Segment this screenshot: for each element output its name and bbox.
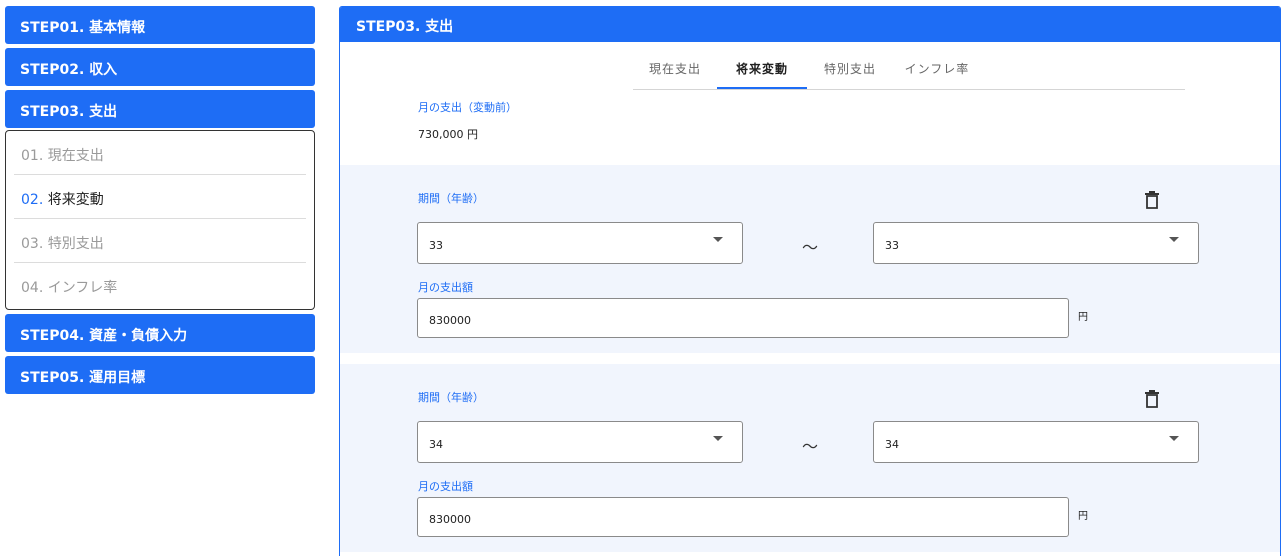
tab-inflation-rate[interactable]: インフレ率 [893, 42, 981, 89]
sidebar-nav: STEP01. 基本情報 STEP02. 収入 STEP03. 支出 01. 現… [5, 6, 315, 398]
step01-button[interactable]: STEP01. 基本情報 [5, 6, 315, 44]
monthly-amount-input[interactable]: 830000 [417, 497, 1069, 537]
chevron-down-icon [1169, 436, 1179, 441]
age-to-value: 34 [885, 438, 899, 451]
step02-button[interactable]: STEP02. 収入 [5, 48, 315, 86]
amount-label: 月の支出額 [418, 281, 473, 294]
period-block: 期間（年齢） 34 ～ 34 月の支出額 830000 円 [340, 364, 1280, 552]
currency-unit: 円 [1078, 312, 1088, 323]
chevron-down-icon [713, 237, 723, 242]
step03-button[interactable]: STEP03. 支出 [5, 90, 315, 128]
substep-number: 01. [21, 148, 44, 164]
substep-number: 04. [21, 280, 44, 296]
tab-future-change[interactable]: 将来変動 [717, 42, 807, 89]
amount-label: 月の支出額 [418, 480, 473, 493]
substep-inflation-rate[interactable]: 04. インフレ率 [14, 263, 306, 307]
base-expense-value: 730,000 円 [418, 128, 478, 141]
age-to-value: 33 [885, 239, 899, 252]
currency-unit: 円 [1078, 511, 1088, 522]
chevron-down-icon [1169, 237, 1179, 242]
period-label: 期間（年齢） [418, 192, 484, 205]
trash-icon[interactable] [1144, 190, 1160, 210]
substep-current-expense[interactable]: 01. 現在支出 [14, 131, 306, 175]
age-from-value: 33 [429, 239, 443, 252]
monthly-amount-input[interactable]: 830000 [417, 298, 1069, 338]
period-label: 期間（年齢） [418, 391, 484, 404]
step05-button[interactable]: STEP05. 運用目標 [5, 356, 315, 394]
substep-number: 02. [21, 192, 44, 208]
age-from-select[interactable]: 34 [417, 421, 743, 463]
age-to-select[interactable]: 34 [873, 421, 1199, 463]
substep-label: 現在支出 [47, 148, 104, 164]
tab-current-expense[interactable]: 現在支出 [633, 42, 717, 89]
substep-label: 特別支出 [47, 236, 104, 252]
range-separator: ～ [802, 437, 819, 456]
age-from-select[interactable]: 33 [417, 222, 743, 264]
expense-tabs: 現在支出 将来変動 特別支出 インフレ率 [633, 42, 1185, 90]
range-separator: ～ [802, 238, 819, 257]
base-expense-label: 月の支出（変動前） [418, 101, 517, 114]
age-from-value: 34 [429, 438, 443, 451]
substep-number: 03. [21, 236, 44, 252]
chevron-down-icon [713, 436, 723, 441]
tab-special-expense[interactable]: 特別支出 [807, 42, 893, 89]
panel-title: STEP03. 支出 [340, 7, 1280, 42]
step04-button[interactable]: STEP04. 資産・負債入力 [5, 314, 315, 352]
substep-future-change[interactable]: 02. 将来変動 [14, 175, 306, 219]
trash-icon[interactable] [1144, 389, 1160, 409]
substep-label: 将来変動 [47, 192, 104, 208]
step03-substep-list: 01. 現在支出 02. 将来変動 03. 特別支出 04. インフレ率 [5, 130, 315, 310]
period-block: 期間（年齢） 33 ～ 33 月の支出額 830000 円 [340, 165, 1280, 353]
expense-panel: STEP03. 支出 現在支出 将来変動 特別支出 インフレ率 月の支出（変動前… [339, 6, 1281, 556]
age-to-select[interactable]: 33 [873, 222, 1199, 264]
substep-label: インフレ率 [47, 280, 118, 296]
substep-special-expense[interactable]: 03. 特別支出 [14, 219, 306, 263]
